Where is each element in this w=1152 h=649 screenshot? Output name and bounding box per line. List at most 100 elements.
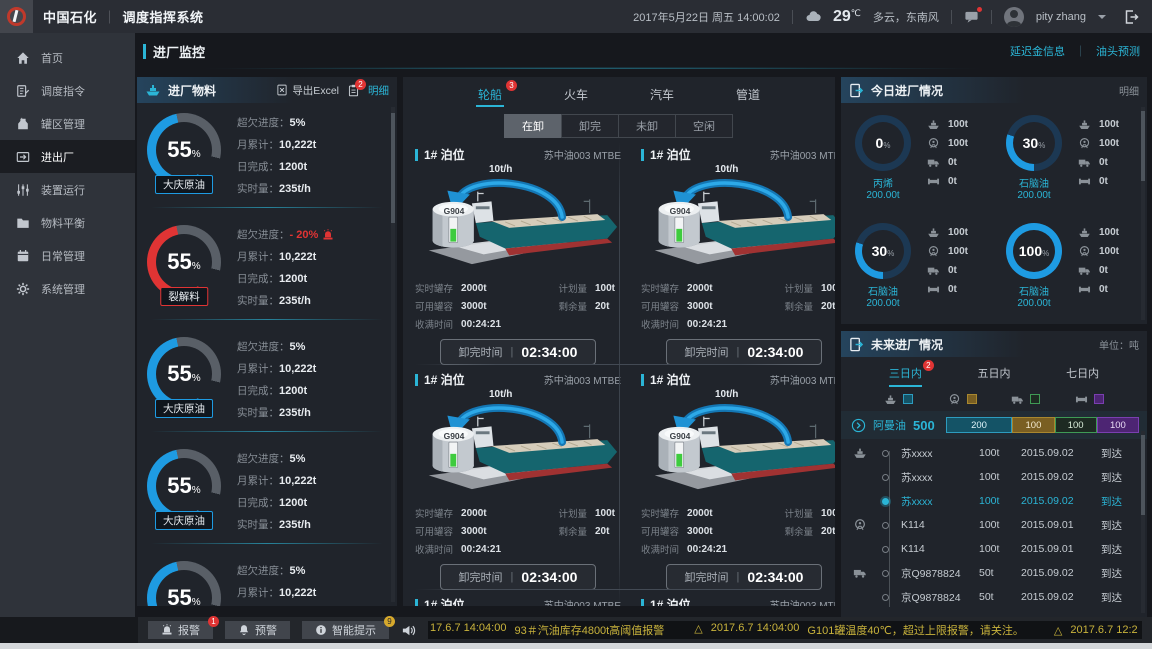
material-stats: 超欠进度：- 20% 月累计：10,222t 日完成：1200t 实时量：235… <box>237 225 334 311</box>
expand-chevron-icon[interactable] <box>851 418 866 433</box>
messages-button[interactable] <box>964 9 979 24</box>
sidebar: 首页 调度指令 罐区管理 进出厂 装置运行 物料平衡 日常管理 系统管理 <box>0 33 135 617</box>
ticker-item: △2017.6.7 12:2 <box>1054 624 1142 637</box>
materials-detail-link[interactable]: 明细 <box>368 83 389 98</box>
flow-rate-label: 10t/h <box>715 164 738 175</box>
unload-time-button[interactable]: 卸完时间|02:34:00 <box>440 339 597 365</box>
sidebar-item-unit-operation[interactable]: 装置运行 <box>0 173 135 206</box>
sinopec-logo <box>0 0 33 33</box>
sidebar-item-tank-area[interactable]: 罐区管理 <box>0 107 135 140</box>
smart-tips-button[interactable]: 智能提示 9 <box>302 621 389 639</box>
weather-temp: 29℃ <box>833 8 861 26</box>
gauge-material-name: 石脑油 <box>1019 283 1049 298</box>
sidebar-item-system-management[interactable]: 系统管理 <box>0 272 135 305</box>
scrollbar[interactable] <box>1141 107 1145 320</box>
folder-icon <box>16 216 30 230</box>
brand-name: 中国石化 <box>43 7 97 26</box>
tank-icon <box>16 117 30 131</box>
unload-time-button[interactable]: 卸完时间|02:34:00 <box>666 339 823 365</box>
gauge-total: 200.00t <box>866 298 899 309</box>
flow-rate-label: 10t/h <box>489 389 512 400</box>
table-row[interactable]: K114100t2015.09.01到达 <box>841 513 1147 537</box>
summary-material-name: 阿曼油 <box>873 417 906 433</box>
unload-time-button[interactable]: 卸完时间|02:34:00 <box>666 564 823 590</box>
alarm-badge: 1 <box>208 616 219 627</box>
ship-tank-illustration <box>415 391 621 501</box>
alarm-button[interactable]: 报警 1 <box>148 621 213 639</box>
chevron-down-icon[interactable] <box>1098 15 1106 19</box>
pipeline-icon <box>1078 283 1091 296</box>
ship-icon <box>884 393 897 406</box>
warning-triangle-icon: △ <box>1054 624 1062 637</box>
tab-train[interactable]: 火车 <box>562 86 590 107</box>
table-row[interactable]: K114100t2015.09.01到达 <box>841 537 1147 561</box>
sidebar-item-label: 装置运行 <box>41 182 85 198</box>
oil-head-forecast-link[interactable]: 油头预测 <box>1096 43 1140 59</box>
table-row[interactable]: 苏xxxx100t2015.09.02到达 <box>841 441 1147 465</box>
sidebar-item-home[interactable]: 首页 <box>0 41 135 74</box>
clipboard-button[interactable]: 2 <box>347 84 360 97</box>
logout-icon[interactable] <box>1124 9 1140 25</box>
train-icon <box>927 245 940 258</box>
tab-pipeline[interactable]: 管道 <box>734 86 762 107</box>
gauge-material-name: 石脑油 <box>1019 175 1049 190</box>
berth-stats: 实时罐存2000t 可用罐容3000t 收满时间00:24:21 计划量100t… <box>641 281 835 331</box>
today-detail-link[interactable]: 明细 <box>1119 83 1139 98</box>
ship-info: 苏中油003 MTBE <box>770 147 835 162</box>
berth-title: 1# 泊位 <box>650 371 691 388</box>
sidebar-item-label: 日常管理 <box>41 248 85 264</box>
brand-divider: ｜ <box>103 7 117 26</box>
page-header: 进厂监控 延迟金信息 ｜ 油头预测 <box>135 33 1152 69</box>
scrollbar[interactable] <box>391 107 395 602</box>
export-excel-button[interactable]: 导出Excel <box>276 83 339 98</box>
table-row-selected[interactable]: 苏xxxx100t2015.09.02到达 <box>841 489 1147 513</box>
subtab-idle[interactable]: 空闲 <box>675 114 733 138</box>
gauge-total: 200.00t <box>1017 298 1050 309</box>
berth-card: 1# 泊位苏中油003 MTBE 10t/h G904 实时罐存2000t 可用… <box>631 365 835 590</box>
today-gauge-grid: 0% 丙烯 200.00t 100t 100t 0t 0t <box>841 103 1147 324</box>
delay-fee-link[interactable]: 延迟金信息 <box>1010 43 1065 59</box>
sidebar-item-material-balance[interactable]: 物料平衡 <box>0 206 135 239</box>
berth-title: 1# 泊位 <box>424 596 465 606</box>
tab-truck[interactable]: 汽车 <box>648 86 676 107</box>
material-stats: 超欠进度：5% 月累计：10,222t 日完成：1200t 实时量：235t/h <box>237 337 316 423</box>
username[interactable]: pity zhang <box>1036 11 1086 23</box>
tab-7-days[interactable]: 七日内 <box>1066 365 1099 387</box>
transport-tabs: 轮船3 火车 汽车 管道 <box>403 77 835 107</box>
pipeline-icon <box>927 283 940 296</box>
alarm-icon <box>322 229 334 241</box>
subtab-not-unloaded[interactable]: 未卸 <box>618 114 676 138</box>
sidebar-item-daily-management[interactable]: 日常管理 <box>0 239 135 272</box>
divider <box>415 589 823 590</box>
berth-title: 1# 泊位 <box>424 146 465 163</box>
tank-id-label: G904 <box>431 206 477 216</box>
sidebar-item-dispatch-orders[interactable]: 调度指令 <box>0 74 135 107</box>
speaker-icon[interactable] <box>401 623 416 638</box>
pipeline-icon <box>1078 175 1091 188</box>
tab-5-days[interactable]: 五日内 <box>977 365 1010 387</box>
tab-ship[interactable]: 轮船3 <box>476 86 504 107</box>
warning-triangle-icon: △ <box>694 622 702 638</box>
tank-id-label: G904 <box>657 431 703 441</box>
unloading-scene: 10t/h G904 <box>641 166 835 279</box>
table-row[interactable]: 京Q987882450t2015.09.02到达 <box>841 585 1147 609</box>
table-row[interactable]: 京Q987882450t2015.09.02到达 <box>841 561 1147 585</box>
warning-button[interactable]: 预警 <box>225 621 290 639</box>
subtab-unloading[interactable]: 在卸 <box>504 114 562 138</box>
transport-legend <box>841 387 1147 411</box>
home-icon <box>16 51 30 65</box>
panel-title: 进厂物料 <box>168 82 216 99</box>
tab-3-days[interactable]: 三日内2 <box>889 365 922 387</box>
ship-icon <box>1078 118 1091 131</box>
page-title: 进厂监控 <box>153 42 205 61</box>
table-row[interactable]: 苏xxxx100t2015.09.02到达 <box>841 465 1147 489</box>
sidebar-item-in-out-plant[interactable]: 进出厂 <box>0 140 135 173</box>
unload-time-button[interactable]: 卸完时间|02:34:00 <box>440 564 597 590</box>
subtab-unloaded[interactable]: 卸完 <box>561 114 619 138</box>
alert-ticker: 17.6.7 14:04:0093＃汽油库存4800t高阈值报警 △2017.6… <box>428 621 1142 639</box>
transport-split-bar: 200 100 100 100 <box>946 417 1139 433</box>
avatar[interactable] <box>1004 7 1024 27</box>
door-in-icon <box>849 83 864 98</box>
future-incoming-panel: 未来进厂情况 单位：吨 三日内2 五日内 七日内 <box>841 331 1147 617</box>
scrollbar[interactable] <box>1141 431 1145 613</box>
